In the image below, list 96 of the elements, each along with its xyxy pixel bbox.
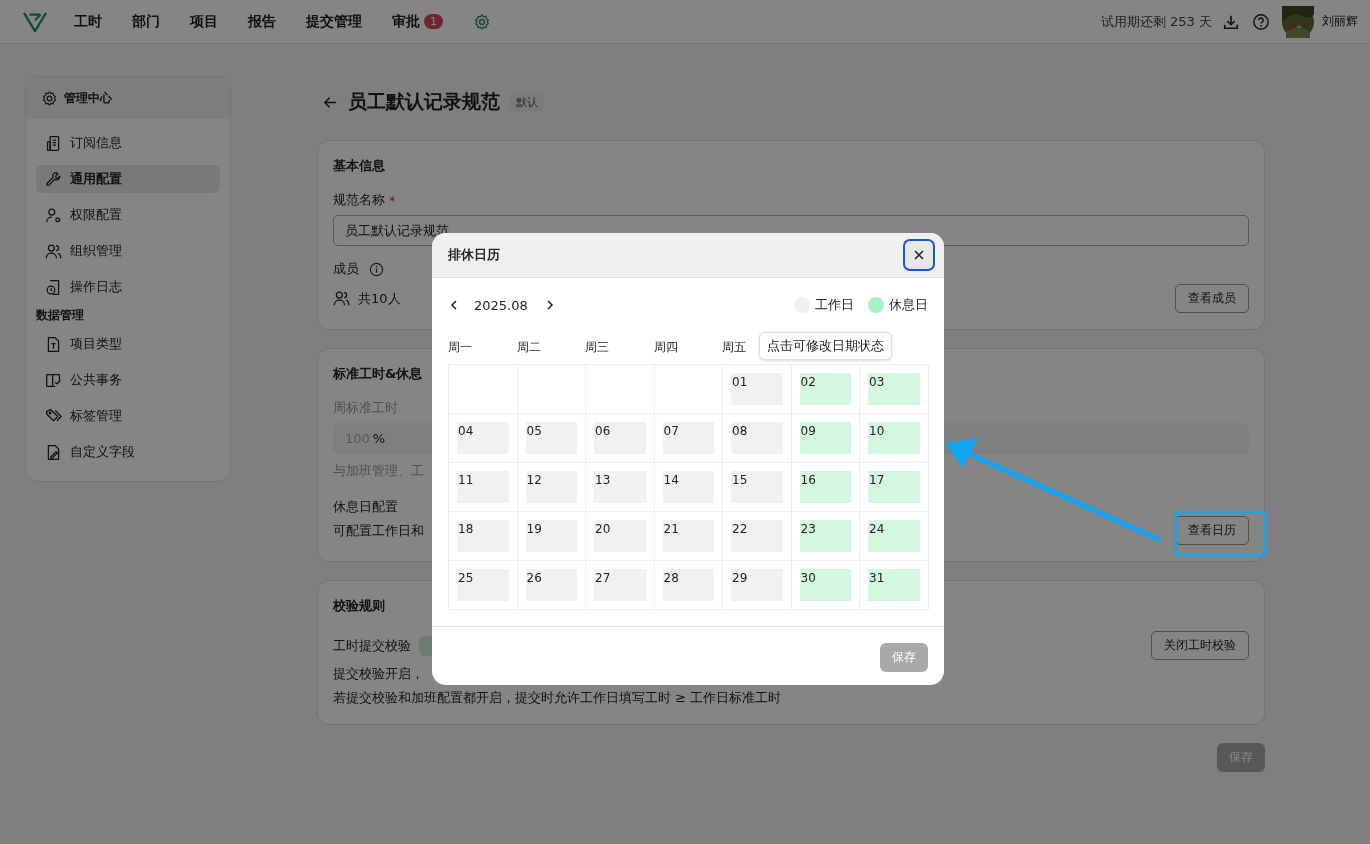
calendar-day[interactable]: 21 <box>662 520 714 552</box>
view-calendar-button[interactable]: 查看日历 <box>1175 516 1249 545</box>
sidebar-item[interactable]: 订阅信息 <box>36 129 220 157</box>
calendar-day[interactable]: 06 <box>594 422 646 454</box>
sidebar-item[interactable]: 项目类型 <box>36 330 220 358</box>
calendar-day[interactable]: 27 <box>594 569 646 601</box>
calendar-day[interactable]: 22 <box>731 520 783 552</box>
sidebar-item[interactable]: 操作日志 <box>36 273 220 301</box>
calendar-day[interactable]: 15 <box>731 471 783 503</box>
disable-check-button[interactable]: 关闭工时校验 <box>1151 631 1249 660</box>
calendar-day[interactable]: 03 <box>868 373 920 405</box>
member-count: 共10人 <box>358 289 401 308</box>
field-label: 休息日配置 <box>333 498 398 516</box>
calendar-day[interactable]: 04 <box>457 422 509 454</box>
settings-icon <box>41 89 58 107</box>
calendar-day[interactable]: 18 <box>457 520 509 552</box>
legend-dot <box>868 297 884 313</box>
calendar-day[interactable]: 13 <box>594 471 646 503</box>
calendar-day[interactable]: 19 <box>525 520 577 552</box>
wrench-icon <box>45 170 62 188</box>
calendar-day[interactable]: 01 <box>731 373 783 405</box>
legend-label: 工作日 <box>815 296 854 314</box>
required-mark: * <box>389 192 396 208</box>
help-icon[interactable] <box>1252 12 1270 31</box>
description-text: 可配置工作日和 <box>333 521 424 540</box>
trial-notice: 试用期还剩 253 天 <box>1100 12 1212 31</box>
sidebar-item[interactable]: 组织管理 <box>36 237 220 265</box>
field-label: 工时提交校验 <box>333 636 411 655</box>
card-heading: 基本信息 <box>333 157 385 175</box>
nav-link[interactable]: 报告 <box>248 12 276 31</box>
previous-month-icon[interactable] <box>448 299 460 311</box>
calendar-day[interactable]: 31 <box>868 569 920 601</box>
weekday-header: 周三 <box>585 338 609 356</box>
sidebar-item[interactable]: 自定义字段 <box>36 438 220 466</box>
weekday-header: 周四 <box>653 338 678 356</box>
legend-label: 休息日 <box>889 296 928 314</box>
dialog-title: 排休日历 <box>448 246 501 264</box>
view-members-button[interactable]: 查看成员 <box>1175 284 1249 313</box>
calendar-day[interactable]: 09 <box>799 422 851 454</box>
calendar-day[interactable]: 28 <box>662 569 714 601</box>
calendar-day[interactable]: 29 <box>731 569 783 601</box>
nav-link[interactable]: 提交管理 <box>306 12 362 31</box>
calendar-day[interactable]: 05 <box>525 422 577 454</box>
nav-link[interactable]: 审批 <box>392 12 420 31</box>
sidebar-title: 管理中心 <box>64 89 112 107</box>
building-icon <box>45 134 62 152</box>
description-text: 若提交校验和加班配置都开启，提交时允许工作日填写工时 ≥ 工作日标准工时 <box>333 689 782 707</box>
info-icon[interactable] <box>369 261 384 277</box>
calendar-day[interactable]: 07 <box>662 422 714 454</box>
calendar-day[interactable]: 20 <box>594 520 646 552</box>
calendar-day[interactable]: 30 <box>799 569 851 601</box>
users-icon <box>45 242 62 260</box>
calendar-day[interactable]: 02 <box>799 373 851 405</box>
calendar-day[interactable]: 14 <box>662 471 714 503</box>
nav-link[interactable]: 工时 <box>74 12 102 31</box>
weekday-header: 周一 <box>448 338 472 356</box>
close-button[interactable] <box>903 239 935 271</box>
calendar-day[interactable]: 12 <box>525 471 577 503</box>
file-t-icon <box>45 335 62 353</box>
user-gear-icon <box>45 206 62 224</box>
calendar-day[interactable]: 25 <box>457 569 509 601</box>
description-text: 提交校验开启， <box>333 665 424 683</box>
calendar-day[interactable]: 17 <box>868 471 920 503</box>
clock-file-icon <box>45 278 62 296</box>
user-name[interactable]: 刘丽辉 <box>1322 13 1358 30</box>
close-icon <box>913 249 925 261</box>
card-heading: 标准工时&休息 <box>333 365 423 383</box>
calendar-day[interactable]: 23 <box>799 520 851 552</box>
sidebar-item[interactable]: 公共事务 <box>36 366 220 394</box>
weekday-header: 周二 <box>516 338 541 356</box>
page-title: 员工默认记录规范 <box>348 89 500 114</box>
field-label: 规范名称 <box>333 191 385 209</box>
count-badge: 1 <box>424 14 443 29</box>
calendar-day[interactable]: 11 <box>457 471 509 503</box>
book-check-icon <box>45 371 62 389</box>
field-label: 成员 <box>333 260 359 278</box>
settings-icon[interactable] <box>473 12 491 31</box>
calendar-day[interactable]: 16 <box>799 471 851 503</box>
users-icon <box>333 290 350 307</box>
tooltip: 点击可修改日期状态 <box>759 332 892 360</box>
month-label: 2025.08 <box>474 297 528 313</box>
file-edit-icon <box>45 443 62 461</box>
sidebar-item[interactable]: 标签管理 <box>36 402 220 430</box>
calendar-day[interactable]: 24 <box>868 520 920 552</box>
section-heading: 数据管理 <box>36 307 85 324</box>
calendar-day[interactable]: 08 <box>731 422 783 454</box>
nav-link[interactable]: 项目 <box>190 12 218 31</box>
calendar-day[interactable]: 26 <box>525 569 577 601</box>
sidebar-item[interactable]: 通用配置 <box>36 165 220 193</box>
default-tag: 默认 <box>510 92 544 112</box>
sidebar-item[interactable]: 权限配置 <box>36 201 220 229</box>
nav-link[interactable]: 部门 <box>132 12 160 31</box>
card-heading: 校验规则 <box>333 597 385 615</box>
logo-icon[interactable] <box>22 10 48 33</box>
calendar-day[interactable]: 10 <box>868 422 920 454</box>
weekday-header: 周五 <box>722 338 746 356</box>
